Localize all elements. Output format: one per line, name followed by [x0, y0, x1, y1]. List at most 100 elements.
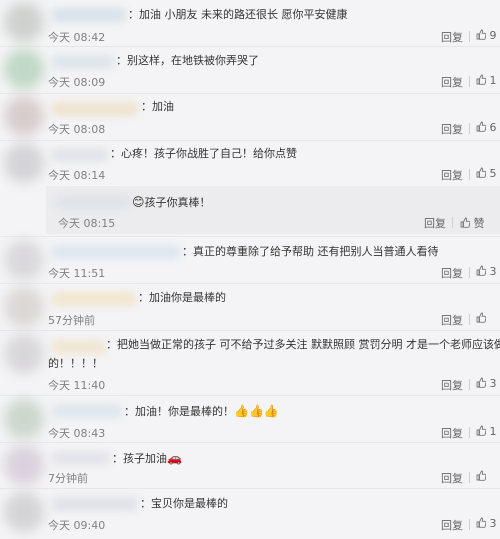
- username[interactable]: [52, 340, 106, 354]
- comment-time: 今天 08:08: [48, 123, 106, 136]
- comment-item: ：把她当做正常的孩子 可不给予过多关注 默默照顾 赏罚分明 才是一个老师应该做 …: [0, 331, 500, 395]
- username[interactable]: [52, 8, 126, 22]
- comment-item: ：加油 小朋友 未来的路还很长 愿你平安健康 今天 08:42 回复 9: [0, 0, 500, 46]
- divider: [452, 217, 453, 228]
- avatar[interactable]: [4, 143, 44, 183]
- username[interactable]: [52, 404, 122, 418]
- comment-text: ：加油！你是最棒的！👍👍👍: [124, 403, 279, 420]
- divider: [469, 314, 470, 325]
- username[interactable]: [52, 148, 108, 162]
- username[interactable]: [52, 245, 180, 259]
- comment-text: ：加油你是最棒的: [138, 291, 226, 304]
- reply-button[interactable]: 回复: [424, 215, 446, 231]
- avatar[interactable]: [4, 2, 44, 42]
- like-count: 3: [489, 377, 497, 390]
- username[interactable]: [56, 195, 132, 209]
- comment-time: 今天 11:51: [48, 267, 106, 280]
- like-button[interactable]: 1: [476, 74, 497, 87]
- comment-time: 今天 08:09: [48, 76, 106, 89]
- comment-item: ：加油！你是最棒的！👍👍👍 今天 08:43 回复 1: [0, 396, 500, 442]
- divider: [469, 169, 470, 180]
- like-button[interactable]: 1: [476, 425, 497, 438]
- reply-text: 孩子你真棒！: [144, 196, 211, 209]
- comment-time: 今天 08:42: [48, 31, 106, 44]
- smile-emoji-icon: 😊: [132, 195, 145, 209]
- comment-text: ：别这样，在地铁被你弄哭了: [116, 54, 259, 67]
- divider: [469, 427, 470, 438]
- like-button[interactable]: 9: [476, 29, 497, 42]
- thumbs-up-icon: [476, 74, 487, 85]
- avatar[interactable]: [4, 49, 44, 89]
- avatar[interactable]: [4, 492, 44, 532]
- reply-button[interactable]: 回复: [441, 167, 463, 183]
- reply-button[interactable]: 回复: [441, 425, 463, 441]
- thumbs-up-icon: [476, 470, 487, 481]
- divider: [469, 76, 470, 87]
- comment-text: ：宝贝你是最棒的: [140, 497, 228, 510]
- like-count: 赞: [473, 217, 485, 230]
- divider: [469, 123, 470, 134]
- comment-text: ：加油 小朋友 未来的路还很长 愿你平安健康: [128, 8, 348, 21]
- divider: [469, 31, 470, 42]
- reply-button[interactable]: 回复: [441, 312, 463, 328]
- like-count: 6: [489, 121, 497, 134]
- avatar[interactable]: [4, 334, 44, 374]
- comment-time: 今天 08:14: [48, 169, 106, 182]
- like-count: 3: [489, 265, 497, 278]
- car-emoji-icon: 🚗: [167, 451, 182, 465]
- divider: [469, 519, 470, 530]
- divider: [469, 267, 470, 278]
- comment-item: ：别这样，在地铁被你弄哭了 今天 08:09 回复 1: [0, 47, 500, 93]
- comment-time: 7分钟前: [48, 472, 88, 485]
- thumbs-up-emoji-icon: 👍👍👍: [234, 404, 279, 418]
- reply-button[interactable]: 回复: [441, 29, 463, 45]
- like-button[interactable]: 5: [476, 167, 497, 180]
- like-button[interactable]: 3: [476, 377, 497, 390]
- comment-text: 😊孩子你真棒！: [132, 194, 211, 211]
- comment-text: ：把她当做正常的孩子 可不给予过多关注 默默照顾 赏罚分明 才是一个老师应该做: [106, 338, 500, 351]
- like-button[interactable]: [476, 470, 487, 483]
- like-count: 1: [489, 425, 497, 438]
- username[interactable]: [52, 497, 138, 511]
- username[interactable]: [52, 55, 114, 69]
- username[interactable]: [52, 451, 110, 465]
- thumbs-up-icon: [460, 217, 471, 228]
- thumbs-up-icon: [476, 265, 487, 276]
- thumbs-up-icon: [476, 425, 487, 436]
- like-button[interactable]: 3: [476, 265, 497, 278]
- thumbs-up-icon: [476, 517, 487, 528]
- divider: [469, 472, 470, 483]
- comment-time: 今天 08:43: [48, 427, 106, 440]
- reply-button[interactable]: 回复: [441, 377, 463, 393]
- avatar[interactable]: [4, 445, 44, 485]
- comment-text: ：加油: [141, 100, 174, 113]
- comment-time: 今天 08:15: [58, 217, 116, 230]
- thumbs-up-icon: [476, 167, 487, 178]
- reply-button[interactable]: 回复: [441, 74, 463, 90]
- username[interactable]: [52, 292, 136, 306]
- reply-button[interactable]: 回复: [441, 470, 463, 486]
- divider: [469, 379, 470, 390]
- like-button[interactable]: 3: [476, 517, 497, 530]
- comment-item: ：真正的尊重除了给予帮助 还有把别人当普通人看待 今天 11:51 回复 3: [0, 237, 500, 283]
- like-button[interactable]: [476, 312, 487, 325]
- reply-button[interactable]: 回复: [441, 517, 463, 533]
- like-button[interactable]: 6: [476, 121, 497, 134]
- comment-item: ：孩子加油🚗 7分钟前 回复: [0, 443, 500, 488]
- like-button[interactable]: 赞: [460, 215, 485, 231]
- comment-time: 今天 09:40: [48, 519, 106, 532]
- like-count: 9: [489, 29, 497, 42]
- comment-item: ：加油 今天 08:08 回复 6: [0, 94, 500, 140]
- like-count: 3: [489, 517, 497, 530]
- comment-body: ：加油！你是最棒的！: [124, 405, 234, 418]
- thumbs-up-icon: [476, 312, 487, 323]
- avatar[interactable]: [4, 240, 44, 280]
- reply-button[interactable]: 回复: [441, 121, 463, 137]
- avatar[interactable]: [4, 399, 44, 439]
- comment-item: ：宝贝你是最棒的 今天 09:40 回复 3: [0, 489, 500, 539]
- avatar[interactable]: [4, 96, 44, 136]
- avatar[interactable]: [4, 287, 44, 327]
- username[interactable]: [52, 102, 138, 116]
- like-count: 5: [489, 167, 497, 180]
- reply-button[interactable]: 回复: [441, 265, 463, 281]
